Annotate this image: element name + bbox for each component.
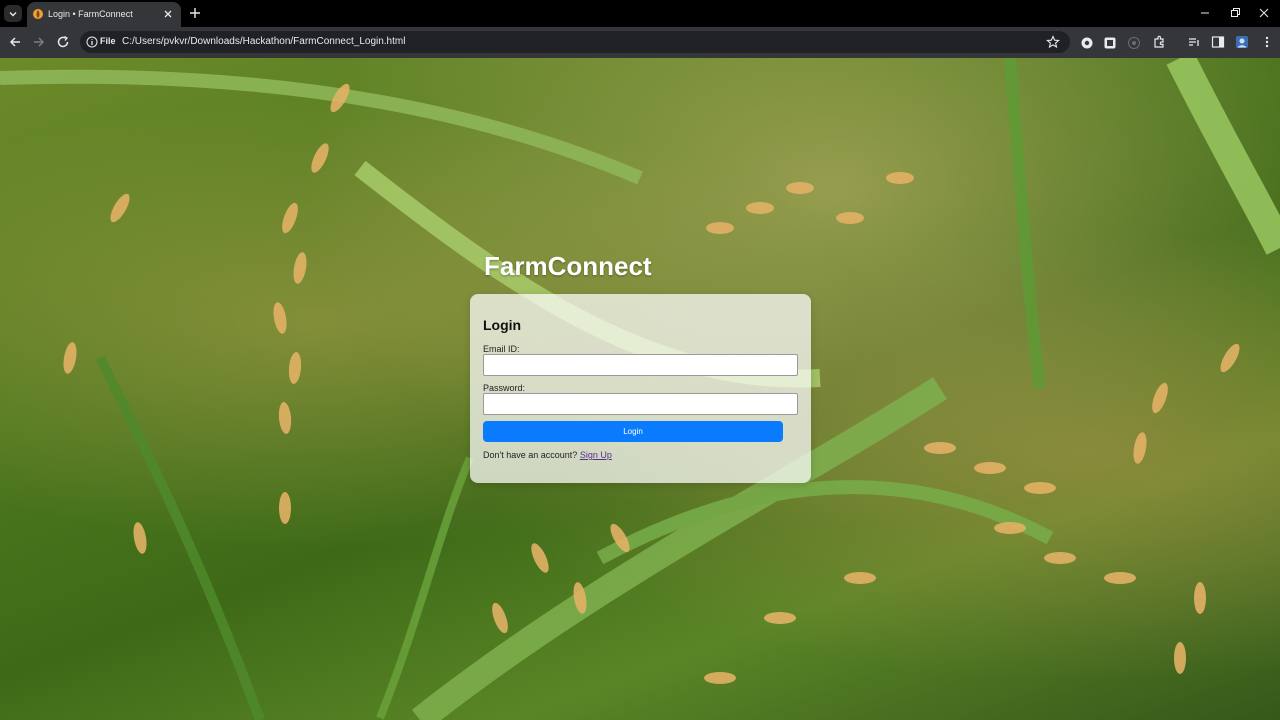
password-field[interactable] xyxy=(483,393,798,415)
profile-icon[interactable] xyxy=(1235,35,1249,49)
login-card: Login Email ID: Password: Login Don't ha… xyxy=(470,294,811,483)
close-tab-icon[interactable] xyxy=(161,7,175,21)
browser-toolbar: File C:/Users/pvkvr/Downloads/Hackathon/… xyxy=(0,27,1280,58)
new-tab-icon[interactable] xyxy=(188,6,202,20)
forward-icon[interactable] xyxy=(32,35,46,49)
signup-row: Don't have an account? Sign Up xyxy=(483,450,612,460)
browser-tab[interactable]: Login • FarmConnect xyxy=(27,2,181,27)
extension-icon[interactable] xyxy=(1127,36,1141,50)
url-text[interactable]: C:/Users/pvkvr/Downloads/Hackathon/FarmC… xyxy=(122,36,405,47)
password-label: Password: xyxy=(483,383,526,393)
email-label: Email ID: xyxy=(483,344,520,354)
close-window-icon[interactable] xyxy=(1258,7,1270,19)
brand-title: FarmConnect xyxy=(484,251,652,281)
menu-icon[interactable] xyxy=(1260,35,1274,49)
page-viewport: FarmConnect Login Email ID: Password: Lo… xyxy=(0,58,1280,720)
extension-icon[interactable] xyxy=(1103,36,1117,50)
email-field[interactable] xyxy=(483,354,798,376)
back-icon[interactable] xyxy=(8,35,22,49)
tab-list-button[interactable] xyxy=(4,5,22,22)
login-button[interactable]: Login xyxy=(483,421,783,442)
minimize-icon[interactable] xyxy=(1199,7,1211,19)
reload-icon[interactable] xyxy=(56,35,70,49)
extensions-puzzle-icon[interactable] xyxy=(1152,35,1166,49)
address-bar[interactable]: File C:/Users/pvkvr/Downloads/Hackathon/… xyxy=(80,31,1070,53)
media-controls-icon[interactable] xyxy=(1187,35,1201,49)
browser-tab-bar: Login • FarmConnect xyxy=(0,0,1280,27)
signup-link[interactable]: Sign Up xyxy=(580,450,612,460)
bookmark-star-icon[interactable] xyxy=(1046,35,1060,49)
scheme-chip: File xyxy=(100,36,116,46)
tab-title: Login • FarmConnect xyxy=(48,9,133,19)
site-info-icon[interactable] xyxy=(86,35,98,49)
maximize-icon[interactable] xyxy=(1229,7,1241,19)
chevron-down-icon xyxy=(9,12,17,17)
favicon-icon xyxy=(33,9,43,19)
side-panel-icon[interactable] xyxy=(1211,35,1225,49)
extension-icon[interactable] xyxy=(1080,36,1094,50)
signup-prompt: Don't have an account? xyxy=(483,450,578,460)
login-heading: Login xyxy=(483,317,522,333)
